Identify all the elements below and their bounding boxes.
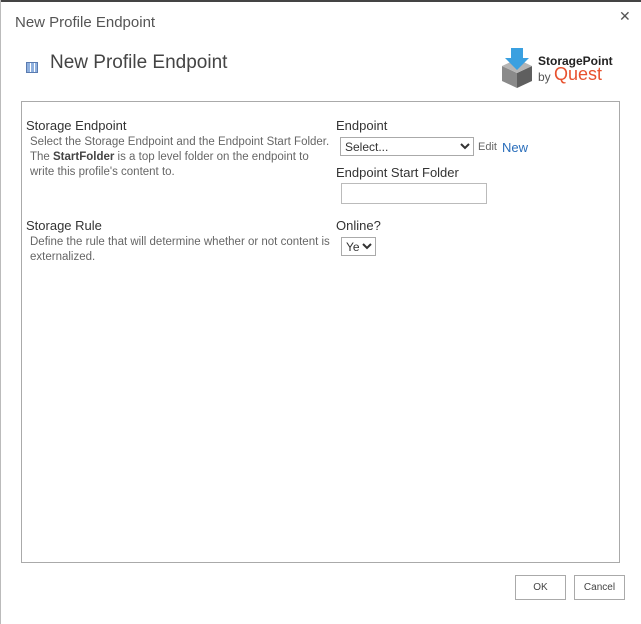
endpoint-label: Endpoint — [336, 118, 388, 133]
start-folder-label: Endpoint Start Folder — [336, 165, 459, 180]
section-title-storage-rule: Storage Rule — [26, 218, 102, 233]
endpoint-select[interactable]: Select... — [340, 137, 474, 156]
cancel-button[interactable]: Cancel — [574, 575, 625, 600]
online-label: Online? — [336, 218, 381, 233]
box-arrow-icon — [502, 48, 532, 88]
dialog-title: New Profile Endpoint — [15, 14, 156, 31]
section-desc-storage-endpoint: Select the Storage Endpoint and the Endp… — [30, 135, 330, 180]
start-folder-input[interactable] — [341, 183, 487, 204]
storagepoint-logo: StoragePoint by Quest — [500, 48, 620, 90]
online-select[interactable]: Yes — [341, 237, 376, 256]
new-link[interactable]: New — [502, 140, 528, 155]
close-icon[interactable]: ✕ — [619, 8, 631, 25]
edit-link[interactable]: Edit — [478, 141, 497, 153]
section-desc-storage-rule: Define the rule that will determine whet… — [30, 236, 330, 263]
list-icon — [26, 62, 38, 73]
window-left-border — [0, 0, 1, 624]
logo-by: by — [538, 70, 551, 84]
ok-button[interactable]: OK — [515, 575, 566, 600]
desc-bold: StartFolder — [53, 151, 115, 163]
window-top-border — [0, 0, 641, 2]
logo-brand: Quest — [554, 64, 603, 84]
section-title-storage-endpoint: Storage Endpoint — [26, 118, 127, 133]
page-title: New Profile Endpoint — [50, 52, 228, 73]
